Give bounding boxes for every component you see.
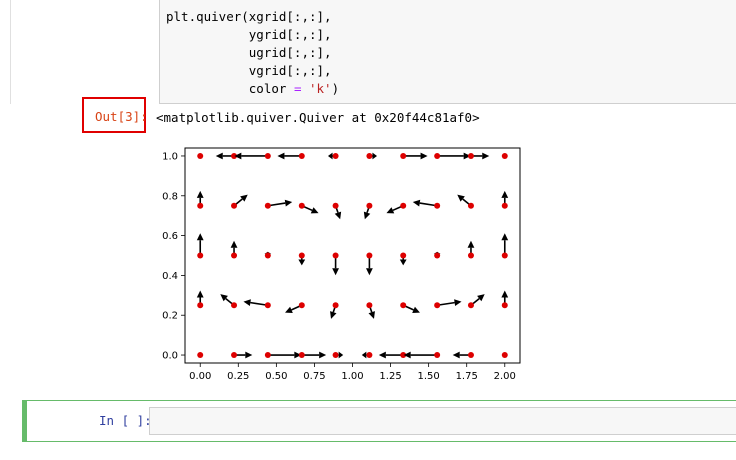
x-tick-label: 0.50	[265, 371, 287, 382]
grid-point	[231, 252, 238, 259]
grid-point	[298, 202, 305, 209]
grid-point	[366, 152, 373, 159]
x-tick-label: 1.00	[341, 371, 363, 382]
code-line: vgrid[:,:],	[166, 63, 332, 78]
grid-point	[332, 302, 339, 309]
grid-point	[197, 302, 204, 309]
quiver-plot: 0.00 0.25 0.50 0.75 1.00 1.25 1.50 1.75 2.00 0.0 0…	[162, 147, 521, 382]
grid-point	[434, 252, 441, 259]
x-tick-label: 1.25	[379, 371, 401, 382]
grid-point	[197, 202, 204, 209]
output-prompt: Out[3]:	[95, 109, 148, 124]
y-tick-label: 0.8	[162, 191, 178, 202]
grid-point	[197, 252, 204, 259]
grid-point	[434, 302, 441, 309]
grid-point	[501, 152, 508, 159]
grid-point	[400, 152, 407, 159]
next-code-cell[interactable]: In [ ]:	[22, 400, 736, 442]
y-tick-label: 1.0	[162, 151, 178, 162]
grid-point	[366, 302, 373, 309]
grid-point	[264, 352, 271, 359]
code-editor[interactable]: plt.quiver(xgrid[:,:], ygrid[:,:], ugrid…	[159, 0, 736, 104]
output-repr: <matplotlib.quiver.Quiver at 0x20f44c81a…	[156, 110, 480, 125]
grid-point	[197, 352, 204, 359]
y-tick-label: 0.0	[162, 351, 178, 362]
code-line: ugrid[:,:],	[166, 45, 332, 60]
grid-point	[231, 352, 238, 359]
grid-point	[501, 252, 508, 259]
grid-point	[467, 202, 474, 209]
grid-point	[332, 202, 339, 209]
empty-code-editor[interactable]	[149, 407, 736, 435]
code-line: color	[166, 81, 294, 96]
grid-point	[467, 152, 474, 159]
code-block: plt.quiver(xgrid[:,:], ygrid[:,:], ugrid…	[166, 9, 340, 96]
x-tick-label: 1.75	[456, 371, 478, 382]
grid-point	[298, 352, 305, 359]
code-line: plt.quiver(xgrid[:,:],	[166, 9, 332, 24]
grid-point	[332, 352, 339, 359]
x-tick-label: 0.00	[189, 371, 211, 382]
grid-point	[264, 302, 271, 309]
grid-point	[501, 202, 508, 209]
grid-point	[231, 202, 238, 209]
grid-point	[434, 152, 441, 159]
grid-point	[501, 352, 508, 359]
code-string: 'k'	[309, 81, 332, 96]
output-prompt-highlight: Out[3]:	[82, 97, 148, 133]
code-cell[interactable]: plt.quiver(xgrid[:,:], ygrid[:,:], ugrid…	[10, 0, 736, 104]
x-tick-label: 0.25	[227, 371, 249, 382]
grid-point	[298, 302, 305, 309]
input-prompt: In [ ]:	[99, 413, 152, 428]
grid-point	[501, 302, 508, 309]
grid-point	[467, 302, 474, 309]
grid-point	[434, 202, 441, 209]
x-tick-label: 2.00	[494, 371, 516, 382]
y-tick-label: 0.2	[162, 311, 178, 322]
code-line: ygrid[:,:],	[166, 27, 332, 42]
grid-point	[298, 252, 305, 259]
grid-point	[400, 302, 407, 309]
grid-point	[366, 252, 373, 259]
grid-point	[400, 252, 407, 259]
grid-point	[231, 302, 238, 309]
grid-point	[197, 152, 204, 159]
grid-point	[400, 202, 407, 209]
grid-point	[264, 152, 271, 159]
grid-point	[332, 252, 339, 259]
y-tick-label: 0.6	[162, 231, 178, 242]
grid-point	[264, 252, 271, 259]
x-tick-label: 1.50	[418, 371, 440, 382]
y-tick-label: 0.4	[162, 271, 178, 282]
grid-point	[264, 202, 271, 209]
x-tick-label: 0.75	[303, 371, 325, 382]
grid-point	[467, 252, 474, 259]
grid-point	[298, 152, 305, 159]
grid-point	[332, 152, 339, 159]
grid-point	[366, 352, 373, 359]
grid-point	[366, 202, 373, 209]
grid-point	[467, 352, 474, 359]
grid-point	[434, 352, 441, 359]
